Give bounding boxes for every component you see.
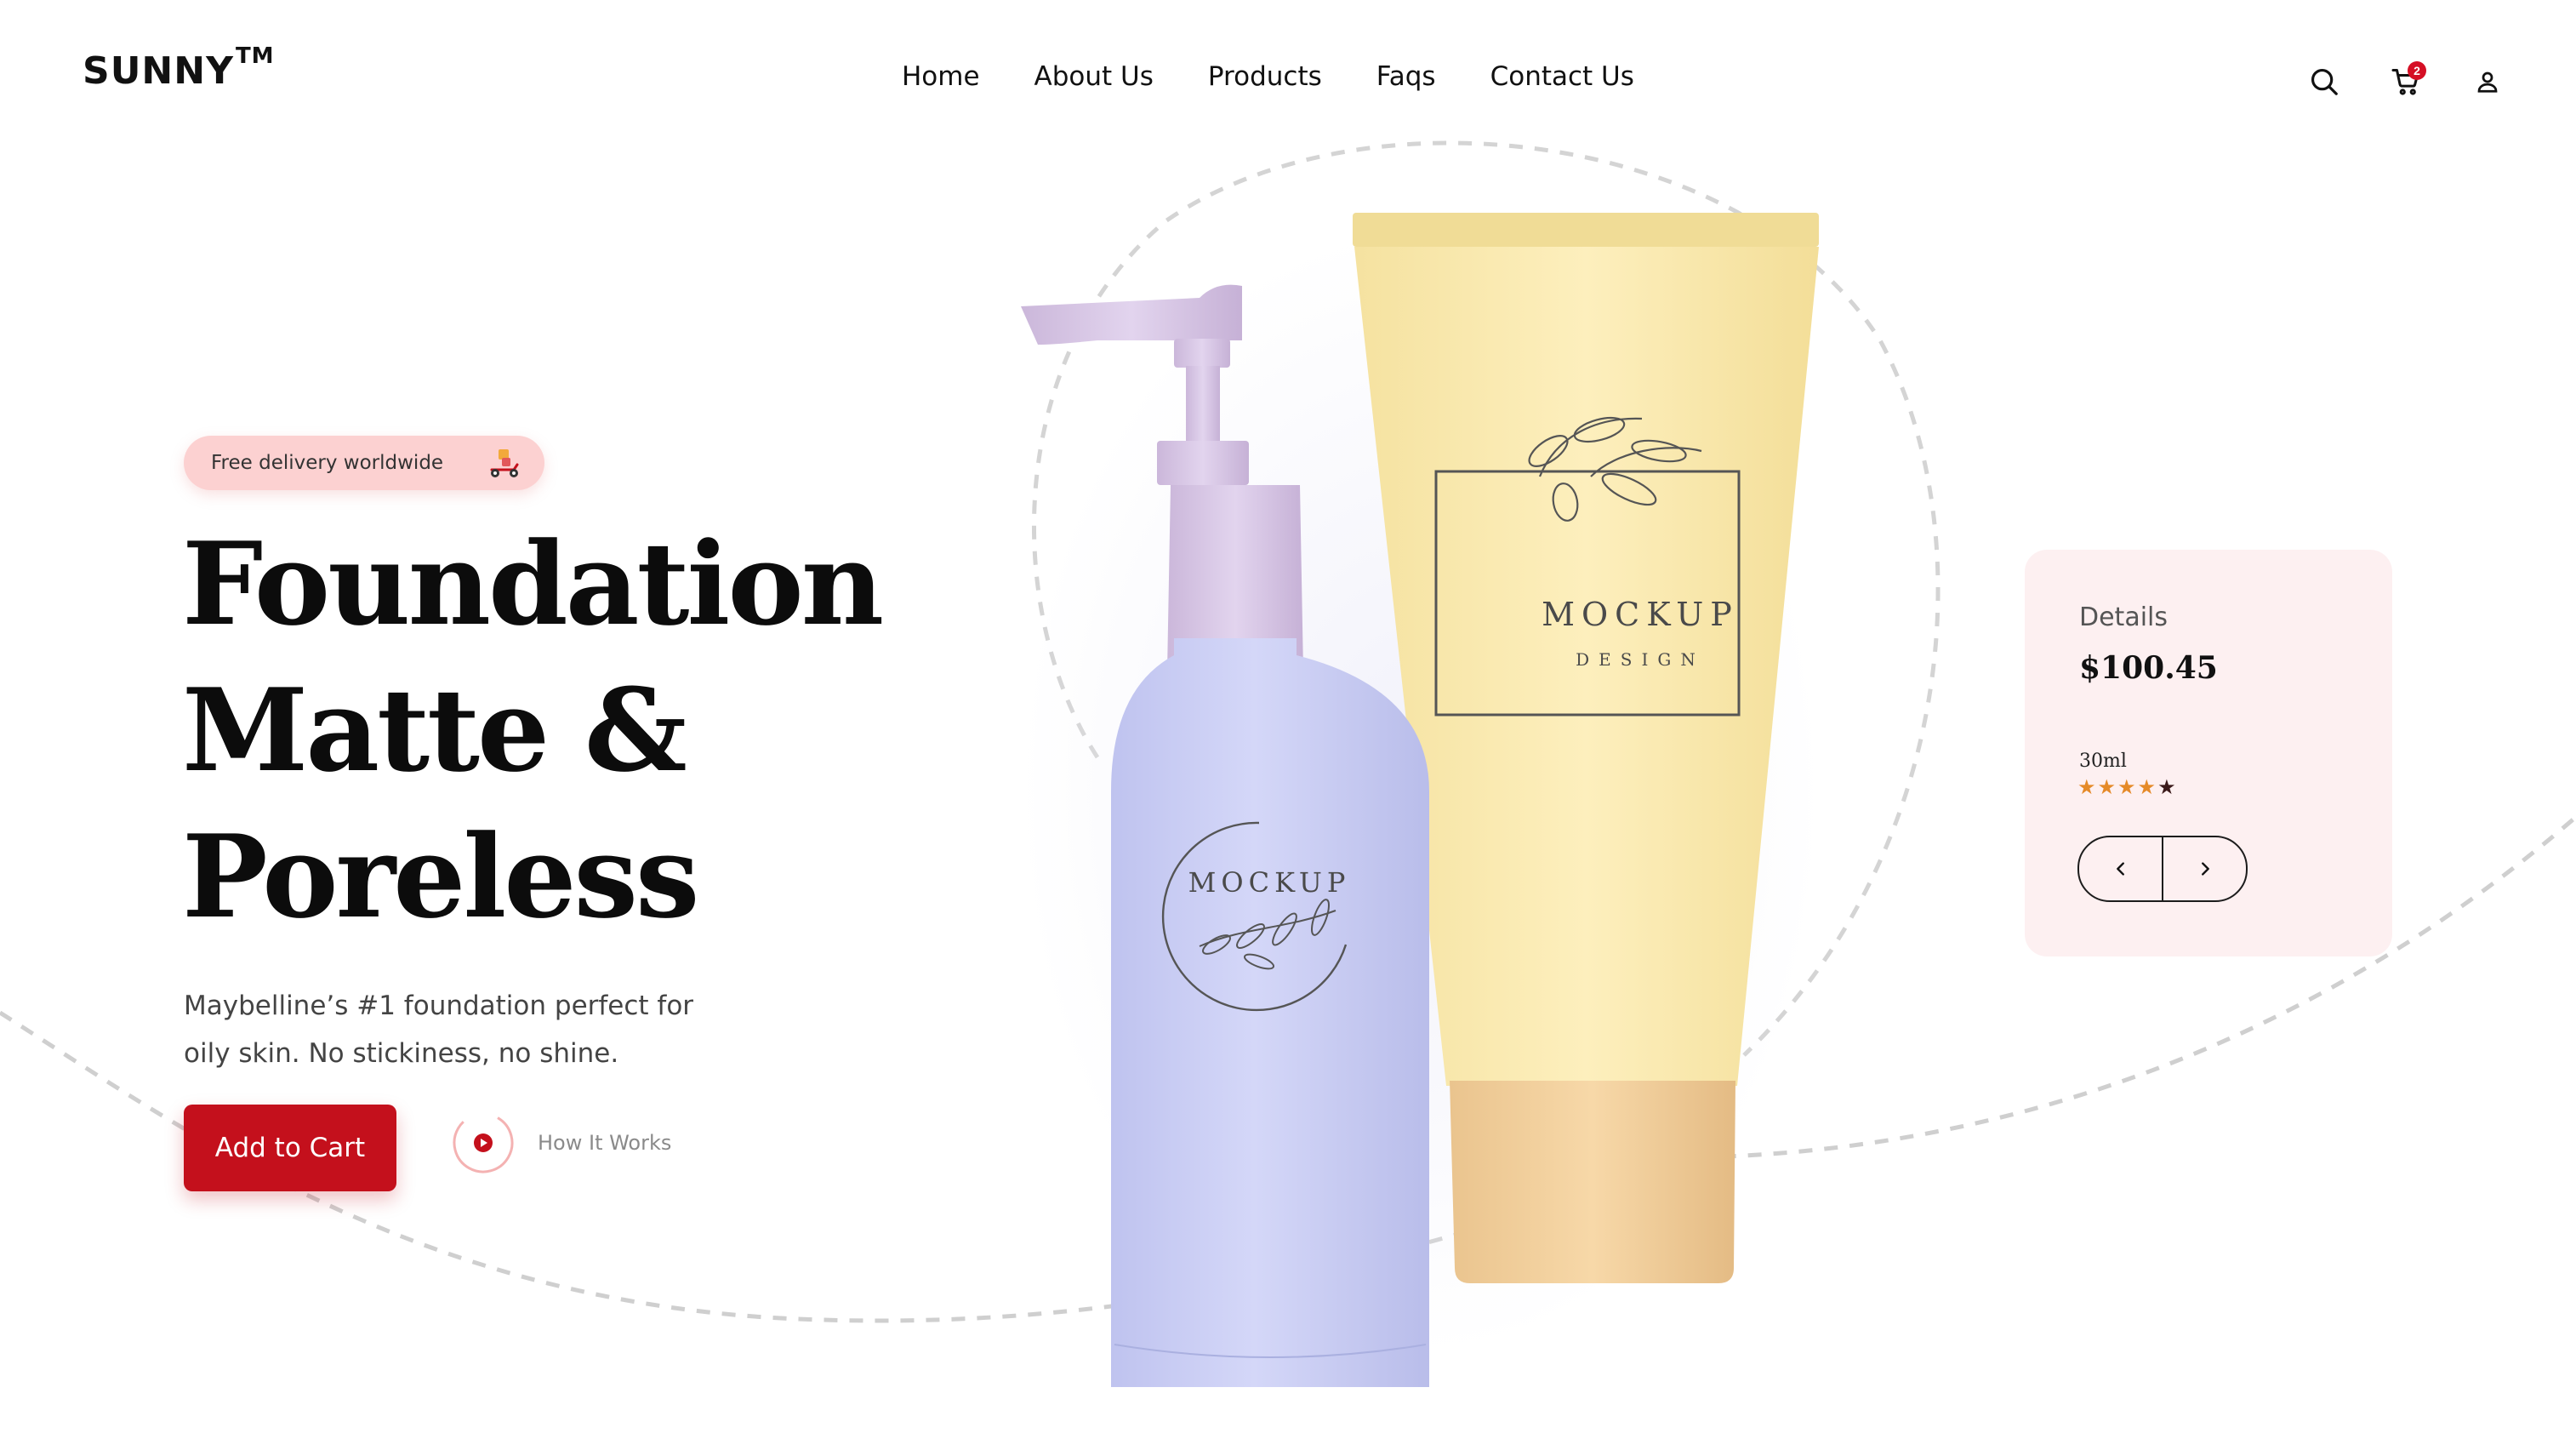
account-button[interactable] (2465, 60, 2510, 104)
main-nav: Home About Us Products Faqs Contact Us (902, 61, 1689, 92)
hero-description-line-2: oily skin. No stickiness, no shine. (184, 1038, 619, 1069)
product-details-card: Details $100.45 30ml ★ ★ ★ ★ ★ (2025, 550, 2392, 956)
brand-name: SUNNY (83, 49, 234, 93)
star-filled-icon: ★ (2077, 776, 2096, 799)
how-it-works-link[interactable]: How It Works (451, 1111, 671, 1175)
pump-bottle-product: MOCKUP (1021, 284, 1429, 1387)
chevron-left-icon (2116, 862, 2124, 876)
trademark-mark: TM (235, 43, 275, 70)
hero-description: Maybelline’s #1 foundation perfect for o… (184, 982, 711, 1077)
hero-title-line-2: Matte & (182, 663, 687, 797)
hero-title-line-3: Poreless (182, 809, 699, 944)
tube-label: MOCKUP (1542, 596, 1739, 633)
hero-title-line-1: Foundation (182, 517, 884, 651)
tube-sublabel: DESIGN (1576, 649, 1705, 670)
header-actions: 2 (2302, 60, 2510, 104)
how-it-works-label: How It Works (538, 1131, 672, 1155)
user-icon (2477, 71, 2498, 93)
bottle-label: MOCKUP (1188, 866, 1351, 899)
details-size: 30ml (2079, 751, 2127, 772)
scooter-icon (490, 449, 519, 477)
nav-faqs[interactable]: Faqs (1376, 61, 1436, 92)
nav-about-us[interactable]: About Us (1034, 61, 1154, 92)
details-label: Details (2079, 602, 2169, 632)
chevron-right-icon (2201, 862, 2209, 876)
star-empty-icon: ★ (2157, 776, 2176, 799)
product-image: MOCKUP DESIGN MOCKUP (1021, 213, 1819, 1387)
search-button[interactable] (2302, 60, 2346, 104)
brand-logo[interactable]: SUNNYTM (83, 43, 275, 93)
details-price: $100.45 (2079, 650, 2218, 686)
star-filled-icon: ★ (2097, 776, 2117, 799)
hero-title: Foundation Matte & Poreless (182, 511, 884, 950)
cart-button[interactable]: 2 (2384, 60, 2428, 104)
nav-contact-us[interactable]: Contact Us (1490, 61, 1634, 92)
slider-controls (2077, 836, 2248, 902)
star-filled-icon: ★ (2137, 776, 2157, 799)
nav-products[interactable]: Products (1208, 61, 1322, 92)
search-icon (2311, 68, 2338, 95)
hero-description-line-1: Maybelline’s #1 foundation perfect for (184, 991, 694, 1021)
next-button[interactable] (2163, 837, 2246, 900)
free-delivery-badge: Free delivery worldwide (184, 436, 544, 490)
rating-stars: ★ ★ ★ ★ ★ (2077, 776, 2178, 800)
previous-button[interactable] (2079, 837, 2162, 900)
star-filled-icon: ★ (2117, 776, 2136, 799)
cart-count-badge: 2 (2408, 61, 2426, 80)
add-to-cart-button[interactable]: Add to Cart (184, 1105, 396, 1191)
play-icon (453, 1112, 514, 1173)
nav-home[interactable]: Home (902, 61, 980, 92)
free-delivery-text: Free delivery worldwide (211, 452, 444, 474)
